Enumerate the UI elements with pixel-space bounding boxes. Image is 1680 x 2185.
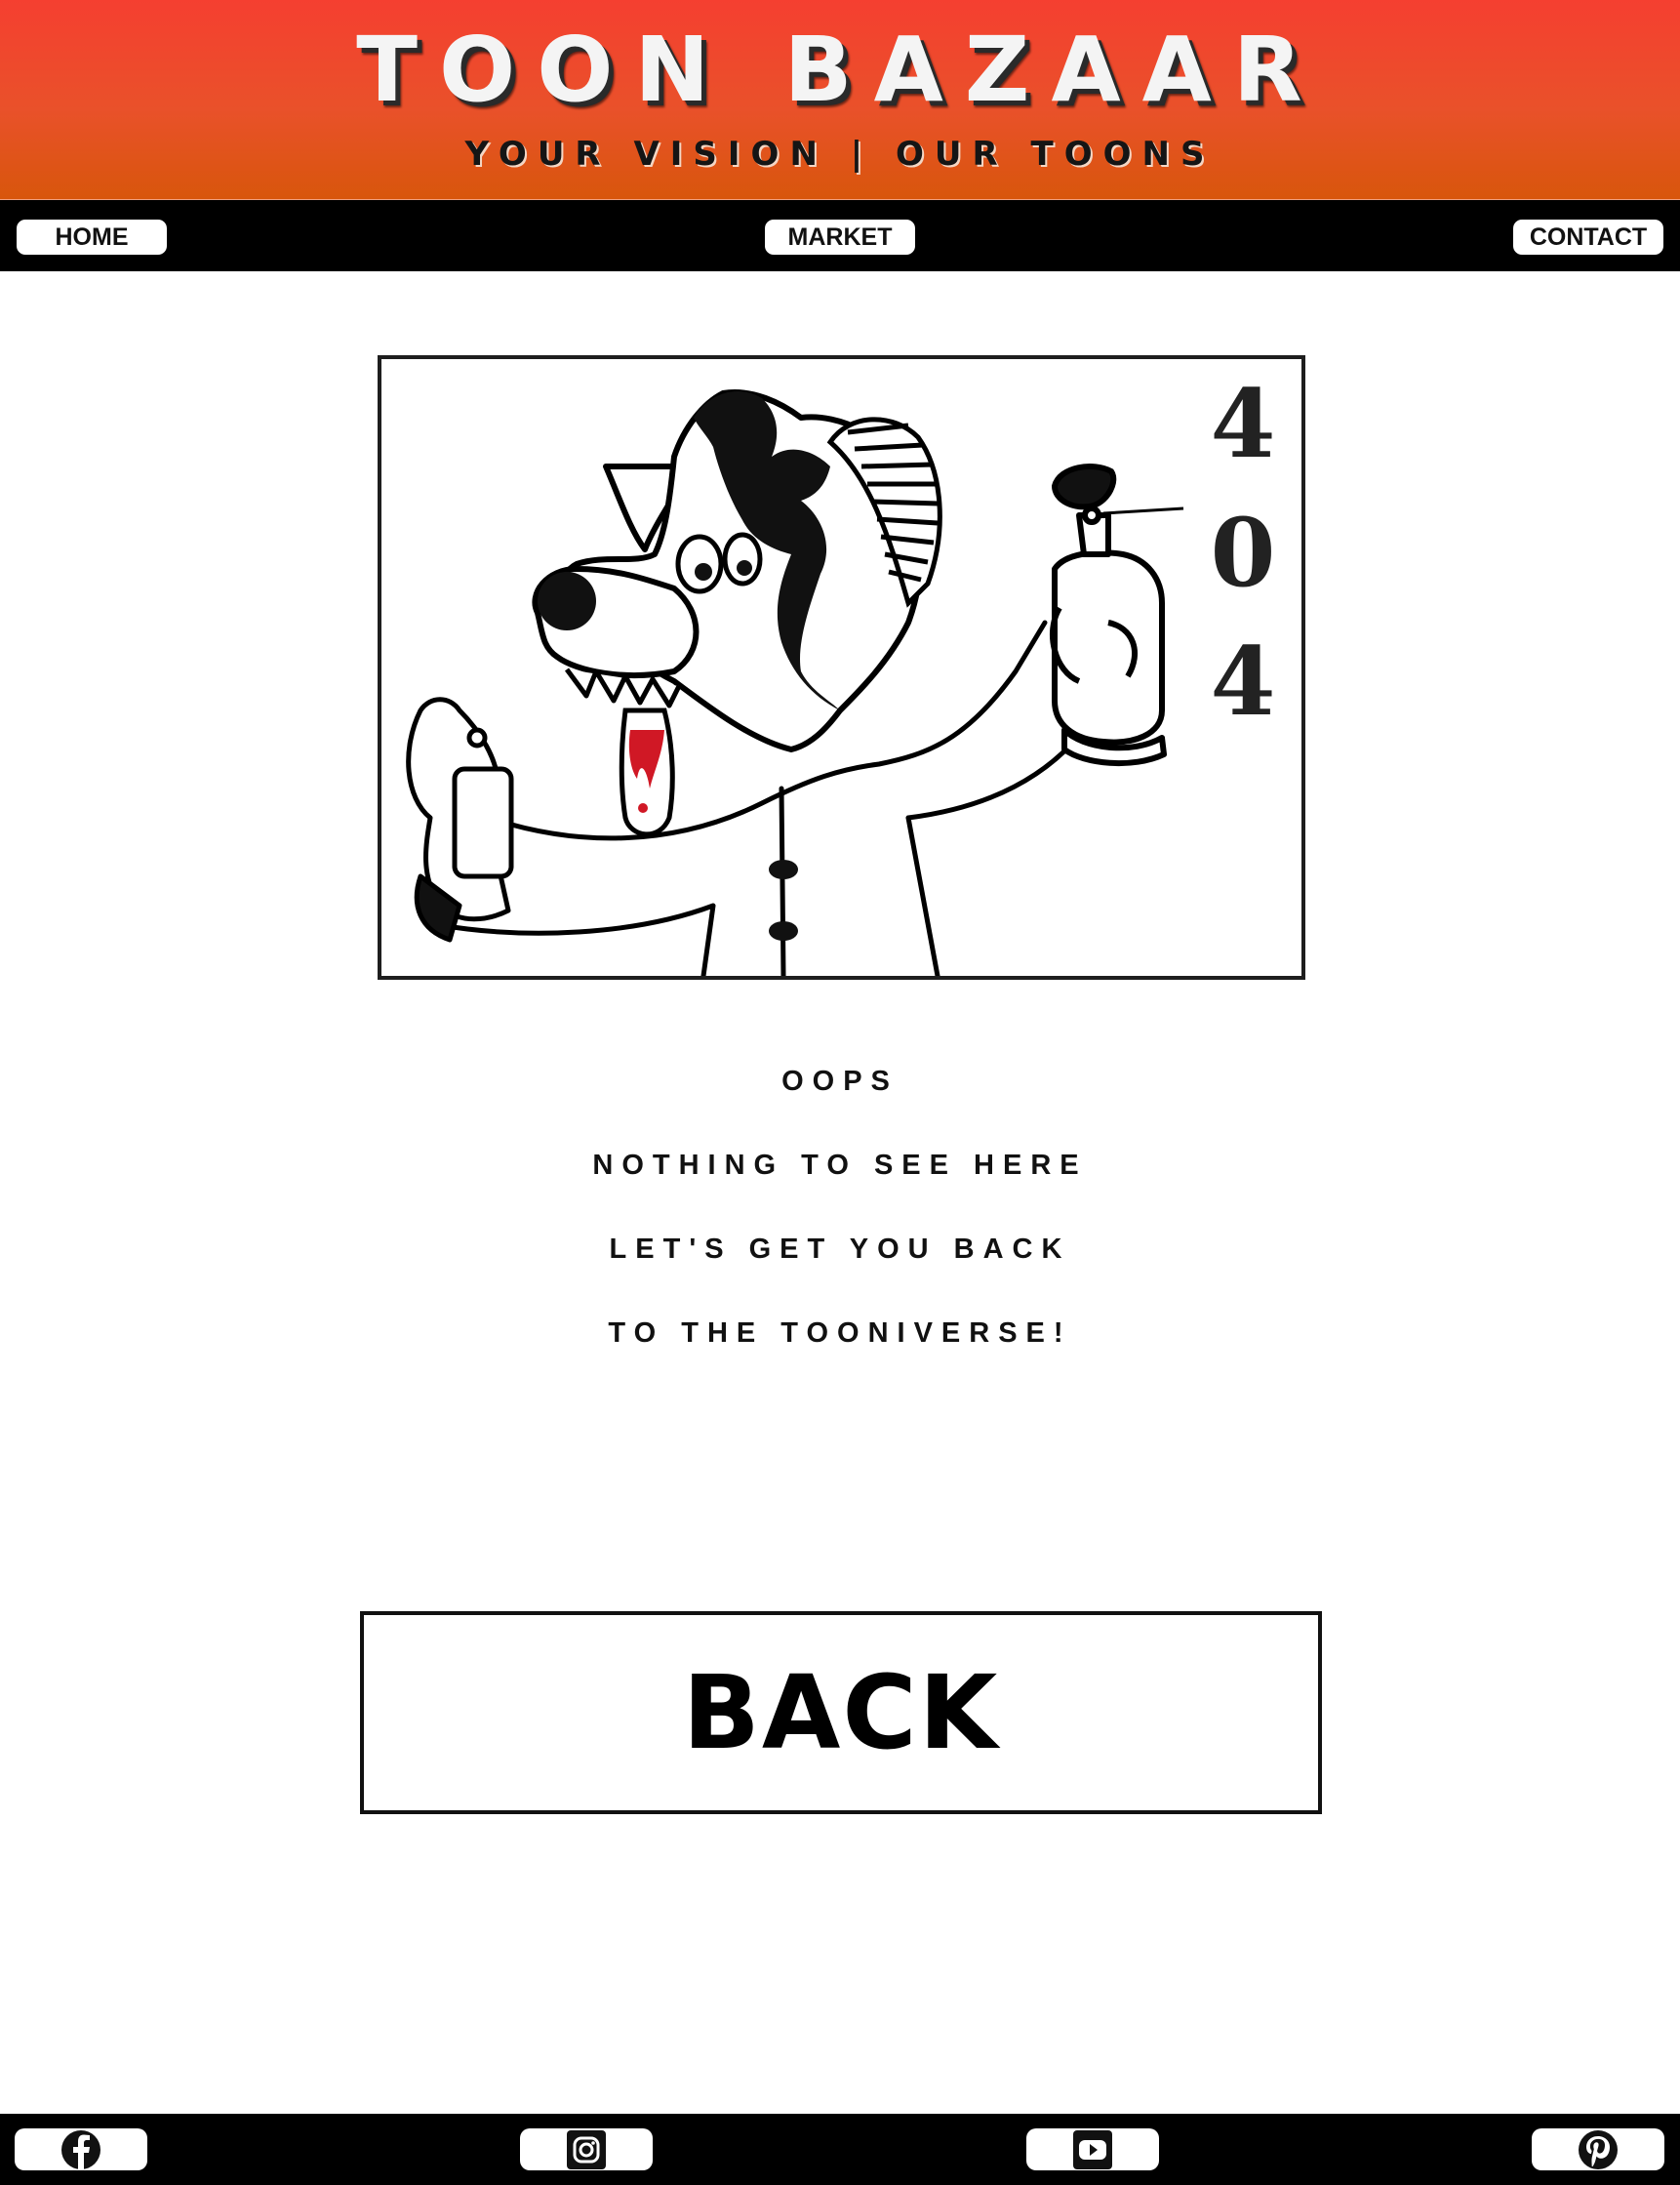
pinterest-icon	[1579, 2130, 1618, 2169]
facebook-icon	[61, 2130, 100, 2170]
youtube-link[interactable]	[1026, 2128, 1159, 2170]
pinterest-link[interactable]	[1532, 2128, 1664, 2170]
nav-home-button[interactable]: HOME	[17, 220, 167, 255]
instagram-icon	[567, 2130, 606, 2169]
site-title: TOON BAZAAR	[356, 18, 1324, 122]
main-nav: HOME MARKET CONTACT	[0, 199, 1680, 271]
youtube-icon	[1073, 2130, 1112, 2169]
digit-0: 0	[1211, 498, 1276, 608]
digit-4-bottom: 4	[1211, 627, 1276, 737]
nav-market-button[interactable]: MARKET	[765, 220, 915, 255]
site-footer	[0, 2114, 1680, 2185]
instagram-link[interactable]	[520, 2128, 653, 2170]
message-line-oops: OOPS	[781, 1066, 899, 1097]
message-line-nothing: NOTHING TO SEE HERE	[592, 1150, 1088, 1181]
facebook-link[interactable]	[15, 2128, 147, 2170]
site-header: TOON BAZAAR YOUR VISION | OUR TOONS	[0, 0, 1680, 199]
wolf-cartoon-illustration: 4 0 4	[406, 369, 1276, 976]
message-line-back: LET'S GET YOU BACK	[609, 1234, 1071, 1265]
back-button-label: BACK	[682, 1653, 1000, 1772]
error-message: OOPS NOTHING TO SEE HERE LET'S GET YOU B…	[0, 1059, 1680, 1395]
message-line-tooniverse: TO THE TOONIVERSE!	[608, 1317, 1072, 1349]
error-illustration: 4 0 4	[378, 355, 1305, 980]
nav-contact-button[interactable]: CONTACT	[1513, 220, 1663, 255]
back-button[interactable]: BACK	[360, 1611, 1322, 1814]
site-tagline: YOUR VISION | OUR TOONS	[464, 135, 1216, 174]
digit-4-top: 4	[1211, 369, 1276, 479]
